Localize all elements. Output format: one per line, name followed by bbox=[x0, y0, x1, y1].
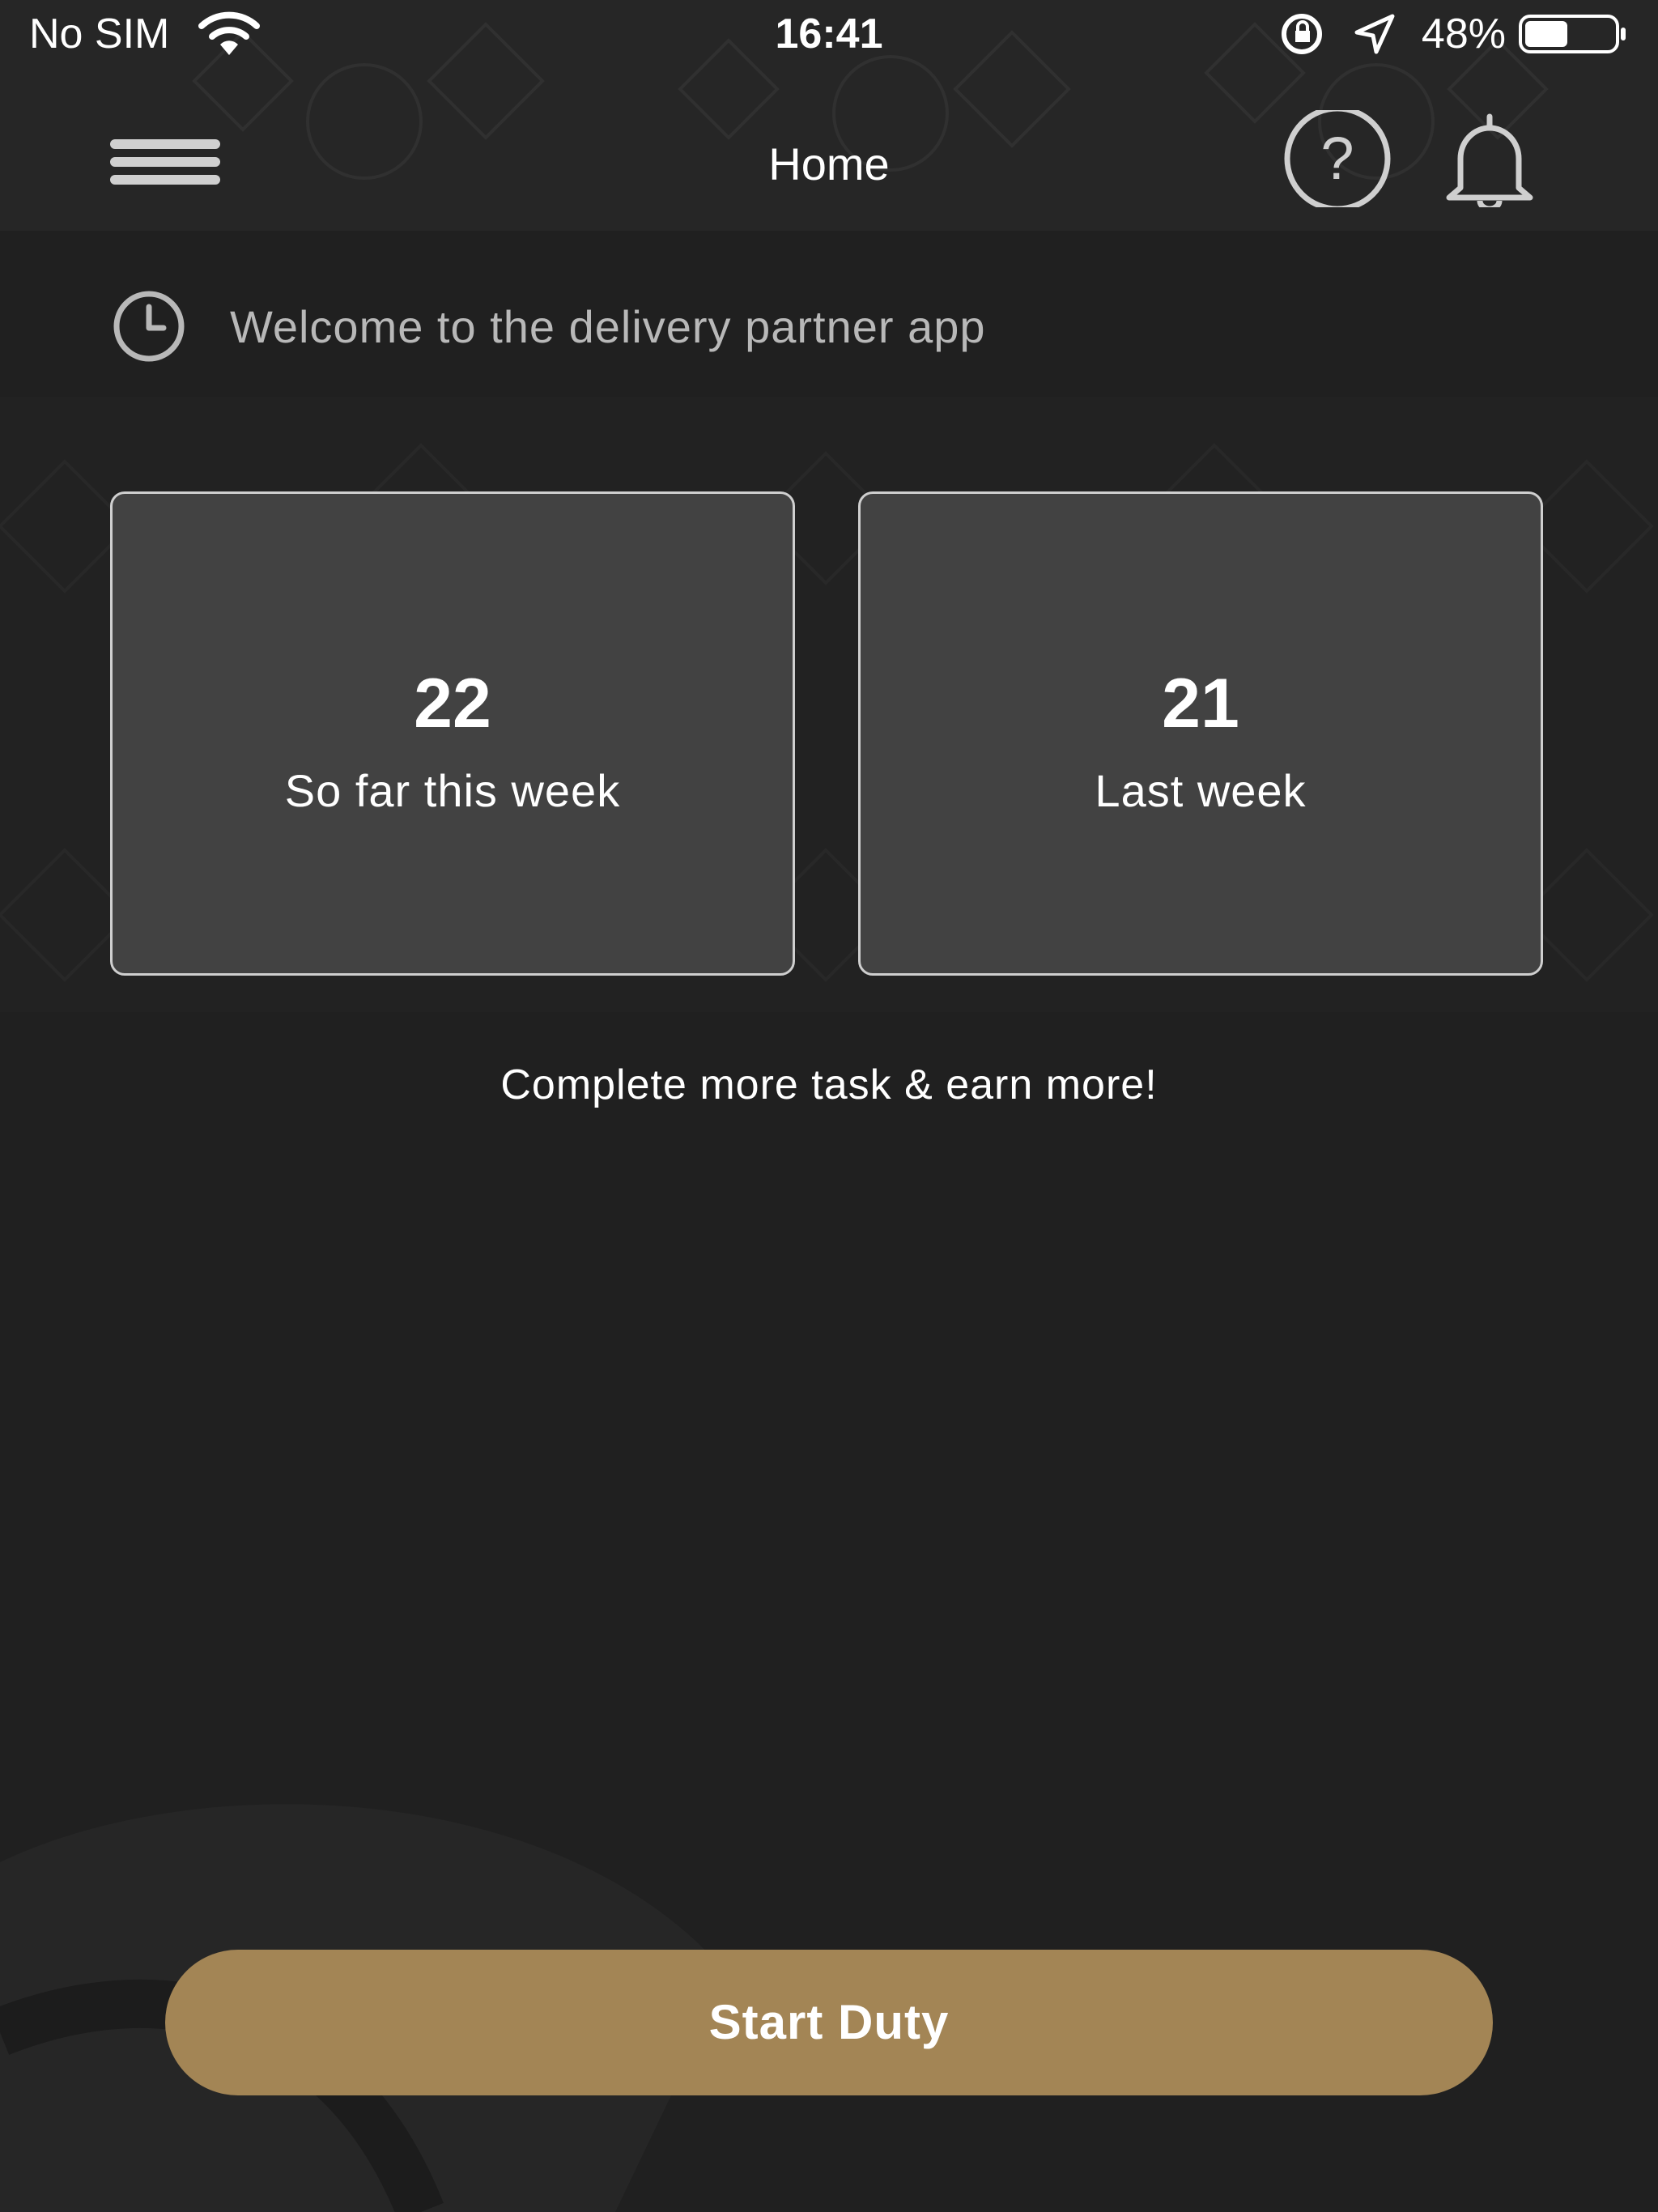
status-right: 48% bbox=[1276, 10, 1630, 58]
location-arrow-icon bbox=[1354, 14, 1395, 54]
battery-icon bbox=[1519, 15, 1626, 53]
stat-value: 22 bbox=[414, 665, 491, 742]
stat-label: So far this week bbox=[284, 765, 621, 816]
stat-value: 21 bbox=[1162, 665, 1239, 742]
app-header: Home ? bbox=[0, 105, 1658, 227]
status-bar: No SIM 16:41 48% bbox=[0, 0, 1658, 68]
help-icon: ? bbox=[1284, 105, 1391, 212]
help-button[interactable]: ? bbox=[1281, 105, 1394, 212]
orientation-lock-icon bbox=[1281, 14, 1322, 54]
bell-icon bbox=[1446, 113, 1533, 212]
welcome-banner: Welcome to the delivery partner app bbox=[110, 287, 986, 365]
motivation-text: Complete more task & earn more! bbox=[500, 1061, 1158, 1108]
page-title: Home bbox=[768, 138, 890, 189]
welcome-text: Welcome to the delivery partner app bbox=[230, 300, 986, 352]
battery-percent: 48% bbox=[1421, 11, 1506, 57]
notifications-button[interactable] bbox=[1441, 110, 1538, 212]
stat-label: Last week bbox=[1095, 765, 1307, 816]
start-duty-button[interactable]: Start Duty bbox=[165, 1950, 1493, 2095]
stat-card-this-week: 22 So far this week bbox=[110, 491, 795, 976]
svg-text:?: ? bbox=[1320, 125, 1354, 192]
stat-card-last-week: 21 Last week bbox=[858, 491, 1543, 976]
clock-icon bbox=[113, 291, 185, 362]
